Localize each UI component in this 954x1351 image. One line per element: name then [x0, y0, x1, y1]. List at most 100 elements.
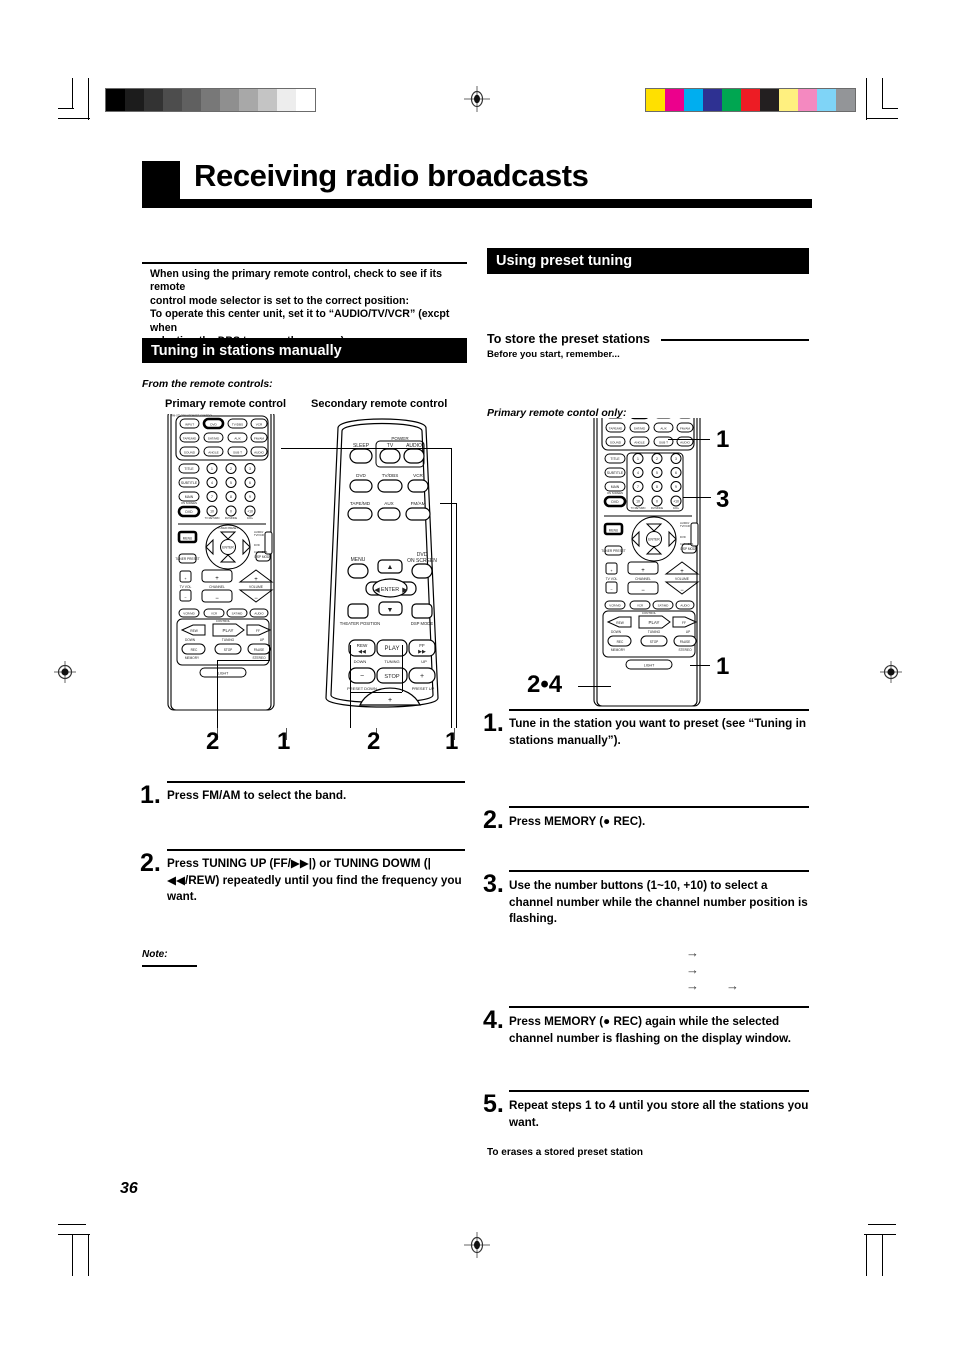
svg-text:FM/AM: FM/AM	[254, 436, 264, 440]
grayscale-swatch-2	[144, 89, 163, 111]
right-step-3-text: Use the number buttons (1~10, +10) to se…	[509, 879, 808, 925]
svg-text:SAT/MD: SAT/MD	[208, 436, 220, 440]
svg-text:2: 2	[656, 457, 658, 461]
svg-text:TAPE/MD: TAPE/MD	[609, 426, 623, 430]
svg-text:9: 9	[249, 495, 251, 499]
svg-text:PLAY: PLAY	[223, 628, 234, 633]
note-label: Note:	[142, 949, 168, 960]
left-step-2-number: 2.	[140, 849, 161, 877]
right-step-5-number: 5.	[483, 1090, 504, 1118]
svg-text:TUNER PRESET: TUNER PRESET	[601, 549, 626, 553]
from-remote-controls-label: From the remote controls:	[142, 378, 273, 390]
svg-text:PAUSE: PAUSE	[254, 648, 265, 652]
secondary-remote-label: Secondary remote control	[311, 398, 448, 410]
primary-remote-illustration: INPUT DVD TV/DBS VCR TAPE/MD SAT/MD AUX FM/AM …	[166, 414, 286, 714]
callout-left-1: 2	[206, 728, 220, 755]
svg-text:◀◀: ◀◀	[358, 649, 366, 655]
svg-text:+: +	[254, 577, 258, 583]
svg-text:MENU: MENU	[609, 529, 619, 533]
page-title: Receiving radio broadcasts	[194, 158, 589, 193]
callout-right-1b: 1	[716, 653, 730, 680]
svg-text:4: 4	[211, 481, 213, 485]
grayscale-swatch-10	[296, 89, 315, 111]
section-heading-using-preset-tuning-label: Using preset tuning	[496, 253, 633, 269]
svg-text:TV VOL: TV VOL	[180, 585, 192, 589]
registration-mark-top	[464, 86, 490, 112]
crop-mark-top-left-h2	[58, 108, 74, 109]
svg-text:DSP MODE: DSP MODE	[681, 547, 698, 551]
callout-right-1: 1	[716, 426, 730, 453]
secondary-remote-illustration: SLEEP TV AUDIO POWER DVD TV/DBS VCR TAPE/MD A…	[320, 414, 450, 714]
svg-text:UP: UP	[686, 630, 690, 634]
color-swatch-1	[665, 89, 684, 111]
svg-text:MAIN: MAIN	[185, 495, 194, 499]
leadline-right-memory	[578, 686, 611, 687]
svg-text:DOWN: DOWN	[185, 638, 196, 642]
svg-text:FF: FF	[419, 643, 425, 648]
callout-left-4: 1	[445, 728, 459, 755]
grayscale-swatch-3	[163, 89, 182, 111]
svg-text:LIGHT: LIGHT	[644, 663, 655, 667]
svg-text:SAT/MD: SAT/MD	[634, 426, 646, 430]
svg-text:MENU: MENU	[351, 557, 366, 563]
svg-text:8: 8	[230, 495, 232, 499]
svg-text:TV VOL: TV VOL	[606, 577, 618, 581]
svg-text:PRESET UP: PRESET UP	[412, 686, 435, 691]
grayscale-swatch-6	[220, 89, 239, 111]
svg-text:SAT/MD: SAT/MD	[658, 604, 669, 608]
svg-text:−: −	[215, 596, 219, 602]
leadline-secondary-h	[350, 692, 402, 693]
title-underline-rule	[142, 199, 812, 208]
crop-mark-top-left-v	[88, 78, 89, 120]
callout-left-3: 2	[367, 728, 381, 755]
svg-text:STEREO: STEREO	[678, 648, 692, 652]
svg-text:PLAY: PLAY	[385, 646, 400, 652]
svg-text:PLAY: PLAY	[649, 620, 660, 625]
svg-text:−: −	[680, 588, 684, 594]
svg-text:TAPE/MD: TAPE/MD	[350, 501, 371, 506]
leadline-right-keypad	[683, 497, 711, 498]
crop-mark-bottom-right-h2	[864, 1234, 896, 1235]
svg-text:SOUND: SOUND	[610, 440, 622, 444]
svg-text:DOWN: DOWN	[354, 659, 367, 664]
svg-text:TV RETURN: TV RETURN	[631, 506, 646, 510]
svg-text:10: 10	[636, 499, 640, 503]
svg-text:DVD: DVD	[611, 500, 619, 504]
svg-text:VCR/MD: VCR/MD	[183, 612, 194, 616]
leadline-primary-rec-v2	[269, 645, 270, 661]
svg-text:DVD: DVD	[680, 535, 686, 539]
svg-text:5: 5	[230, 481, 232, 485]
svg-text:CHANNEL: CHANNEL	[209, 585, 225, 589]
grayscale-swatch-4	[182, 89, 201, 111]
svg-text:TITLE: TITLE	[610, 457, 620, 461]
svg-text:▲: ▲	[387, 564, 394, 571]
crop-mark-bottom-left-h2	[58, 1234, 90, 1235]
svg-text:+10: +10	[247, 509, 253, 513]
color-swatch-9	[817, 89, 836, 111]
svg-text:0: 0	[230, 509, 232, 513]
svg-text:DSP MODE: DSP MODE	[255, 555, 272, 559]
svg-text:100+: 100+	[247, 516, 253, 520]
svg-text:TITLE: TITLE	[184, 467, 194, 471]
svg-text:VCR: VCR	[637, 604, 643, 608]
intro-line-1: When using the primary remote control, c…	[150, 268, 442, 294]
svg-text:REC: REC	[191, 648, 198, 652]
svg-text:◀: ◀	[374, 587, 380, 594]
title-black-block	[142, 161, 180, 199]
right-step-2-rule	[509, 806, 809, 808]
svg-text:THEATER POSITION: THEATER POSITION	[340, 621, 380, 626]
svg-text:100+: 100+	[673, 506, 679, 510]
svg-text:7: 7	[637, 485, 639, 489]
svg-text:SUB T: SUB T	[659, 440, 668, 444]
svg-text:3: 3	[675, 457, 677, 461]
right-step-1-number: 1.	[483, 709, 504, 737]
to-store-preset-stations-subhead: To store the preset stations	[487, 332, 650, 346]
crop-mark-top-right-v	[866, 78, 867, 120]
leadline-primary-rec-h	[217, 660, 269, 661]
svg-text:▶▶: ▶▶	[418, 649, 426, 655]
svg-text:VCR: VCR	[256, 422, 263, 426]
svg-text:5: 5	[656, 471, 658, 475]
crop-mark-top-right-v2	[882, 78, 883, 108]
svg-text:1: 1	[637, 457, 639, 461]
crop-mark-bottom-left-v	[88, 1234, 89, 1276]
